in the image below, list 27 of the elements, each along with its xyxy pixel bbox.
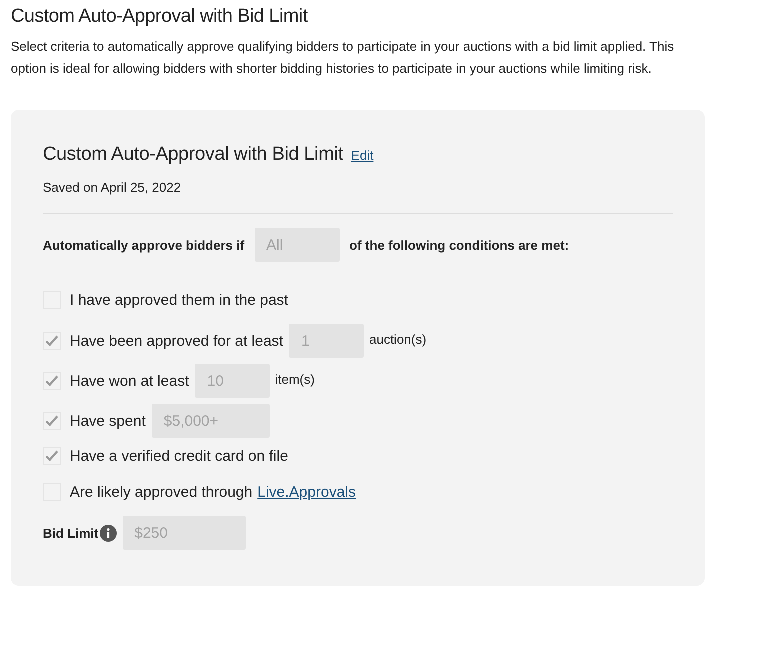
checkbox[interactable] <box>43 372 61 390</box>
condition-label: Have spent <box>70 412 146 430</box>
card-title: Custom Auto-Approval with Bid Limit <box>43 144 344 166</box>
input-field[interactable]: 10 <box>195 364 270 398</box>
info-icon[interactable] <box>100 524 117 542</box>
edit-link[interactable]: Edit <box>351 148 374 163</box>
input-field[interactable]: 1 <box>289 324 364 358</box>
input-field[interactable]: $5,000+ <box>152 404 270 438</box>
rule-label: Automatically approve bidders if <box>43 238 245 252</box>
unit-label: item(s) <box>275 372 315 387</box>
description: Select criteria to automatically approve qualifying bidders to participate in your auctions with a bid limit applied. This option is ideal for allowing bidders with shorter bidding histories to participate in your auctions while limiting risk. <box>11 38 676 78</box>
rule-label: of the following conditions are met: <box>350 238 570 252</box>
condition-label: Have been approved for at least <box>70 332 284 350</box>
condition-label: Are likely approved through <box>70 484 253 500</box>
match-field[interactable]: All <box>254 228 340 262</box>
condition-label: I have approved them in the past <box>70 292 288 308</box>
condition-label: Have won at least <box>70 372 190 390</box>
page-title: Custom Auto-Approval with Bid Limit <box>11 6 309 28</box>
checkbox[interactable] <box>43 412 61 430</box>
approvals-link[interactable]: Live.Approvals <box>258 484 356 500</box>
condition-label: Have a verified credit card on file <box>70 448 288 464</box>
saved-date: Saved on April 25, 2022 <box>43 180 182 195</box>
bid-limit-field[interactable]: $250 <box>122 516 246 550</box>
bid-limit-label: Bid Limit <box>43 526 99 540</box>
checkbox[interactable] <box>43 447 61 465</box>
unit-label: auction(s) <box>369 332 427 347</box>
checkbox[interactable] <box>43 332 61 350</box>
